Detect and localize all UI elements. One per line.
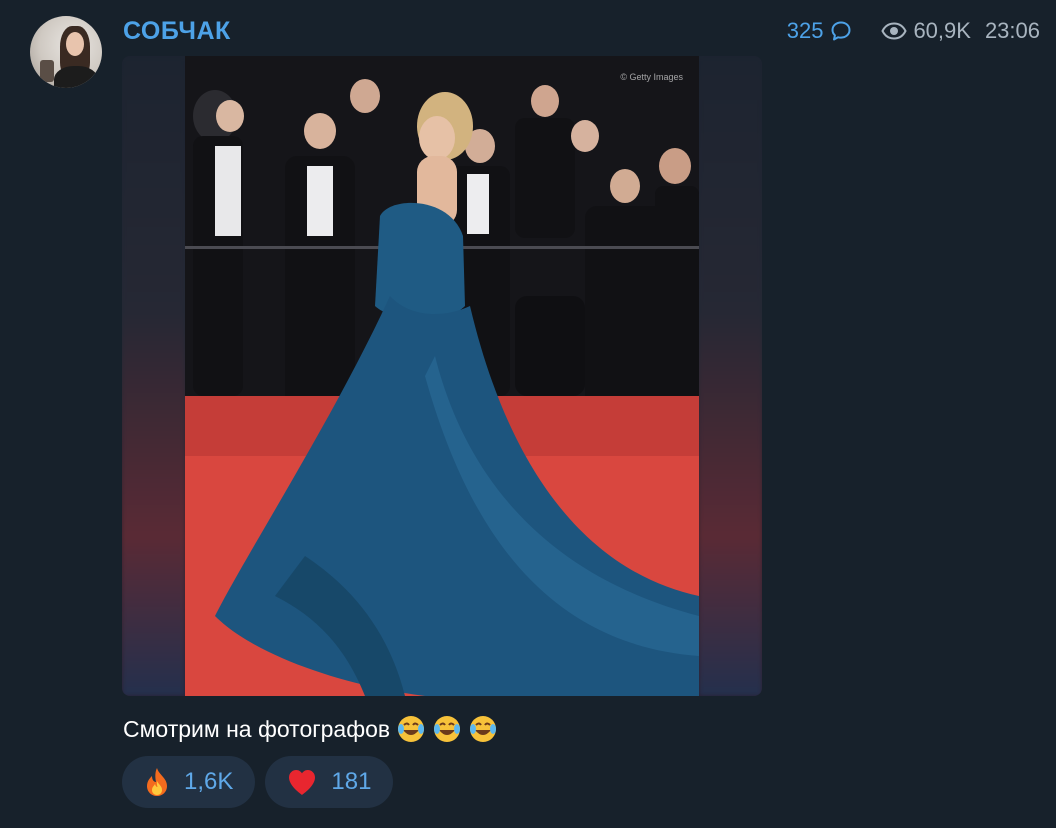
avatar-trophy	[40, 60, 54, 82]
avatar-face	[66, 32, 84, 56]
photo-image: © Getty Images	[185, 56, 699, 696]
post-photo[interactable]: © Getty Images	[122, 56, 762, 696]
channel-name[interactable]: СОБЧАК	[123, 17, 231, 46]
channel-post: СОБЧАК 325 60,9K 23:06 © Getty Images См…	[0, 0, 1056, 828]
reaction-fire-button[interactable]: 1,6K	[122, 756, 256, 808]
photo-watermark: © Getty Images	[620, 72, 683, 82]
caption-text: Смотрим на фотографов	[123, 715, 391, 742]
comments-button[interactable]: 325	[787, 18, 854, 44]
post-time: 23:06	[984, 18, 1040, 43]
photo-illustration	[185, 56, 699, 696]
views-counter: 60,9K	[881, 18, 971, 44]
eye-icon	[881, 21, 908, 41]
post-meta: 325 60,9K 23:06	[787, 18, 1040, 44]
comment-icon	[829, 19, 853, 43]
reaction-heart-count: 181	[331, 768, 372, 795]
channel-avatar[interactable]	[30, 16, 102, 88]
face-with-tears-of-joy-icon	[432, 714, 462, 744]
fire-icon	[144, 767, 170, 797]
photo-blur-right	[699, 56, 762, 696]
comments-count: 325	[786, 18, 824, 43]
reaction-heart-button[interactable]: 181	[265, 756, 394, 808]
face-with-tears-of-joy-icon	[468, 714, 498, 744]
avatar-body	[54, 66, 98, 88]
face-with-tears-of-joy-icon	[396, 714, 426, 744]
reaction-fire-count: 1,6K	[184, 768, 234, 795]
views-count: 60,9K	[913, 18, 971, 43]
photo-blur-left	[122, 56, 185, 696]
post-caption: Смотрим на фотографов	[123, 714, 498, 744]
red-heart-icon	[287, 768, 317, 796]
reactions-bar: 1,6K 181	[122, 756, 394, 808]
